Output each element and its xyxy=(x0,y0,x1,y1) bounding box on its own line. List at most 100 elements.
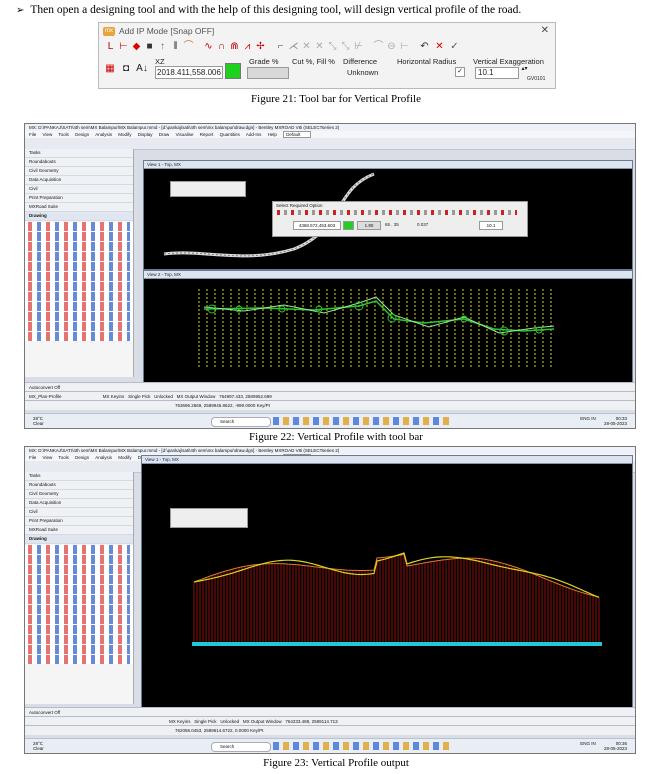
sidebar-item-mxroad-suite-2[interactable]: MXRoad Suite xyxy=(25,526,133,535)
close-icon[interactable]: ✕ xyxy=(541,25,549,36)
disabled-tool-2-icon[interactable]: ⋌ xyxy=(288,41,299,52)
cut-fill-label: Cut %, Fill % xyxy=(292,57,335,66)
taskbar-search[interactable]: Search xyxy=(211,417,271,427)
popup-title: Select Required Option xyxy=(276,203,323,208)
disabled-tool-3-icon[interactable]: ✕ xyxy=(301,41,312,52)
menu-design-2[interactable]: Design xyxy=(75,455,89,460)
menu-bar: File View Tools Design Analysis Modify D… xyxy=(25,131,635,138)
add-ip-icon[interactable]: L xyxy=(105,41,116,52)
menu-draw[interactable]: Draw xyxy=(159,132,170,137)
curve-icon[interactable]: ⌒ xyxy=(183,41,194,52)
popup-xz-field[interactable]: 4368.572,453.603 xyxy=(293,221,341,230)
menu-file-2[interactable]: File xyxy=(29,455,36,460)
weather-widget-2[interactable]: 28°C Clear xyxy=(33,741,44,751)
horizontal-radius-checkbox[interactable]: ✓ xyxy=(455,67,465,77)
single-pick-select[interactable]: Single Pick xyxy=(128,394,150,399)
mx-keyins-select-2[interactable]: MX Keyins xyxy=(169,719,191,724)
menu-file[interactable]: File xyxy=(29,132,36,137)
taskbar-search-2[interactable]: Search xyxy=(211,742,271,752)
taskbar-app-icons-2[interactable] xyxy=(273,742,453,750)
disabled-tool-10-icon[interactable]: ⊢ xyxy=(399,41,410,52)
grid-icon[interactable]: ▦ xyxy=(103,63,117,74)
undo-icon[interactable]: ↶ xyxy=(419,41,430,52)
menu-modify-2[interactable]: Modify xyxy=(118,455,131,460)
insert-ip-icon[interactable]: ⊢ xyxy=(118,41,129,52)
sidebar-item-civil[interactable]: Civil xyxy=(25,185,133,194)
menu-analysis-2[interactable]: Analysis xyxy=(95,455,112,460)
select-required-option-toolbar: Select Required Option 4368.572,453.603 … xyxy=(272,201,528,237)
sidebar-item-data-acquisition[interactable]: Data Acquisition xyxy=(25,176,133,185)
view1-title-2: View 1 - Top, MX xyxy=(142,456,632,464)
menu-report[interactable]: Report xyxy=(200,132,214,137)
menu-design[interactable]: Design xyxy=(75,132,89,137)
autoconvert-label-2[interactable]: Autoconvert Off xyxy=(29,710,60,715)
sidebar-item-drawing-2[interactable]: Drawing xyxy=(25,535,133,544)
taskbar-clock[interactable]: ENG IN 00:33 28-05-2023 xyxy=(580,416,627,426)
cross-arrow-icon[interactable]: ✢ xyxy=(255,41,266,52)
sidebar-item-civil-geometry-2[interactable]: Civil Geometry xyxy=(25,490,133,499)
menu-tools-2[interactable]: Tools xyxy=(58,455,69,460)
unlocked-select[interactable]: Unlocked xyxy=(154,394,173,399)
disabled-tool-7-icon[interactable]: ⊬ xyxy=(353,41,364,52)
menu-addins[interactable]: Add-Ins xyxy=(246,132,262,137)
arch-fill-icon[interactable]: ⋒ xyxy=(229,41,240,52)
mx-keyins-select[interactable]: MX Keyins xyxy=(103,394,125,399)
wave-icon[interactable]: ∿ xyxy=(203,41,214,52)
menu-visualise[interactable]: Visualise xyxy=(176,132,194,137)
sidebar-item-print-preparation-2[interactable]: Print Preparation xyxy=(25,517,133,526)
drawing-tools-grid-2 xyxy=(25,545,133,664)
menu-modify[interactable]: Modify xyxy=(118,132,131,137)
save-icon[interactable]: ■ xyxy=(144,41,155,52)
cancel-icon[interactable]: ✕ xyxy=(434,41,445,52)
disabled-tool-5-icon[interactable]: ⤡ xyxy=(327,41,338,52)
disabled-tool-8-icon[interactable]: ⌒ xyxy=(373,41,384,52)
level-select[interactable]: Default xyxy=(283,131,312,138)
menu-analysis[interactable]: Analysis xyxy=(95,132,112,137)
menu-tools[interactable]: Tools xyxy=(58,132,69,137)
camera-icon[interactable]: ◘ xyxy=(119,63,133,74)
figure21-caption: Figure 21: Tool bar for Vertical Profile xyxy=(251,93,421,105)
mx-output-window-checkbox-2[interactable]: MX Output Window xyxy=(243,719,282,724)
sidebar-item-drawing[interactable]: Drawing xyxy=(25,212,133,221)
menu-view-2[interactable]: View xyxy=(43,455,53,460)
xz-field[interactable]: 2018.411,558.006 xyxy=(155,66,223,79)
sidebar-item-civil-geometry[interactable]: Civil Geometry xyxy=(25,167,133,176)
sidebar-item-print-preparation[interactable]: Print Preparation xyxy=(25,194,133,203)
difference-label: Difference xyxy=(343,57,378,66)
view1-window: View 1 - Top, MX Select Required Option … xyxy=(143,160,633,270)
move-ip-icon[interactable]: ◆ xyxy=(131,41,142,52)
menu-view[interactable]: View xyxy=(43,132,53,137)
sort-icon[interactable]: A↓ xyxy=(135,63,149,74)
autoconvert-label[interactable]: Autoconvert Off xyxy=(29,385,60,390)
disabled-tool-9-icon[interactable]: ⊖ xyxy=(386,41,397,52)
zigzag-icon[interactable]: ⩘ xyxy=(242,41,253,52)
sidebar-item-mxroad-suite[interactable]: MXRoad Suite xyxy=(25,203,133,212)
accept-icon[interactable]: ✓ xyxy=(449,41,460,52)
grade-icon[interactable]: ↑ xyxy=(157,41,168,52)
mx-output-window-checkbox[interactable]: MX Output Window xyxy=(177,394,216,399)
single-pick-select-2[interactable]: Single Pick xyxy=(194,719,216,724)
vertical-exaggeration-input[interactable]: 10.1 xyxy=(475,67,519,79)
sidebar-item-roundabouts[interactable]: Roundabouts xyxy=(25,158,133,167)
taskbar-clock-2[interactable]: ENG IN 00:36 28-05-2023 xyxy=(580,741,627,751)
unlocked-select-2[interactable]: Unlocked xyxy=(220,719,239,724)
levels-icon[interactable]: ⫴ xyxy=(170,41,181,52)
sidebar-item-civil-2[interactable]: Civil xyxy=(25,508,133,517)
disabled-tool-6-icon[interactable]: ⤡ xyxy=(340,41,351,52)
weather-widget[interactable]: 28°C Clear xyxy=(33,416,44,426)
grade-field[interactable] xyxy=(247,67,289,79)
popup-vex-input[interactable]: 10.1 xyxy=(479,221,503,230)
menu-help[interactable]: Help xyxy=(268,132,277,137)
menu-display[interactable]: Display xyxy=(138,132,153,137)
sidebar-item-data-acquisition-2[interactable]: Data Acquisition xyxy=(25,499,133,508)
menu-quantities[interactable]: Quantities xyxy=(220,132,240,137)
plan-profile-select[interactable]: MX_Plan-Profile xyxy=(29,394,62,399)
disabled-tool-1-icon[interactable]: ⌐ xyxy=(275,41,286,52)
taskbar-app-icons[interactable] xyxy=(273,417,453,425)
sidebar-item-roundabouts-2[interactable]: Roundabouts xyxy=(25,481,133,490)
popup-grade-field[interactable]: 1.80 xyxy=(357,221,381,230)
mx-logo-icon: mx xyxy=(103,27,115,37)
arch-icon[interactable]: ∩ xyxy=(216,41,227,52)
disabled-tool-4-icon[interactable]: ✕ xyxy=(314,41,325,52)
spinner-arrows-icon[interactable]: ▴▾ xyxy=(519,64,530,75)
